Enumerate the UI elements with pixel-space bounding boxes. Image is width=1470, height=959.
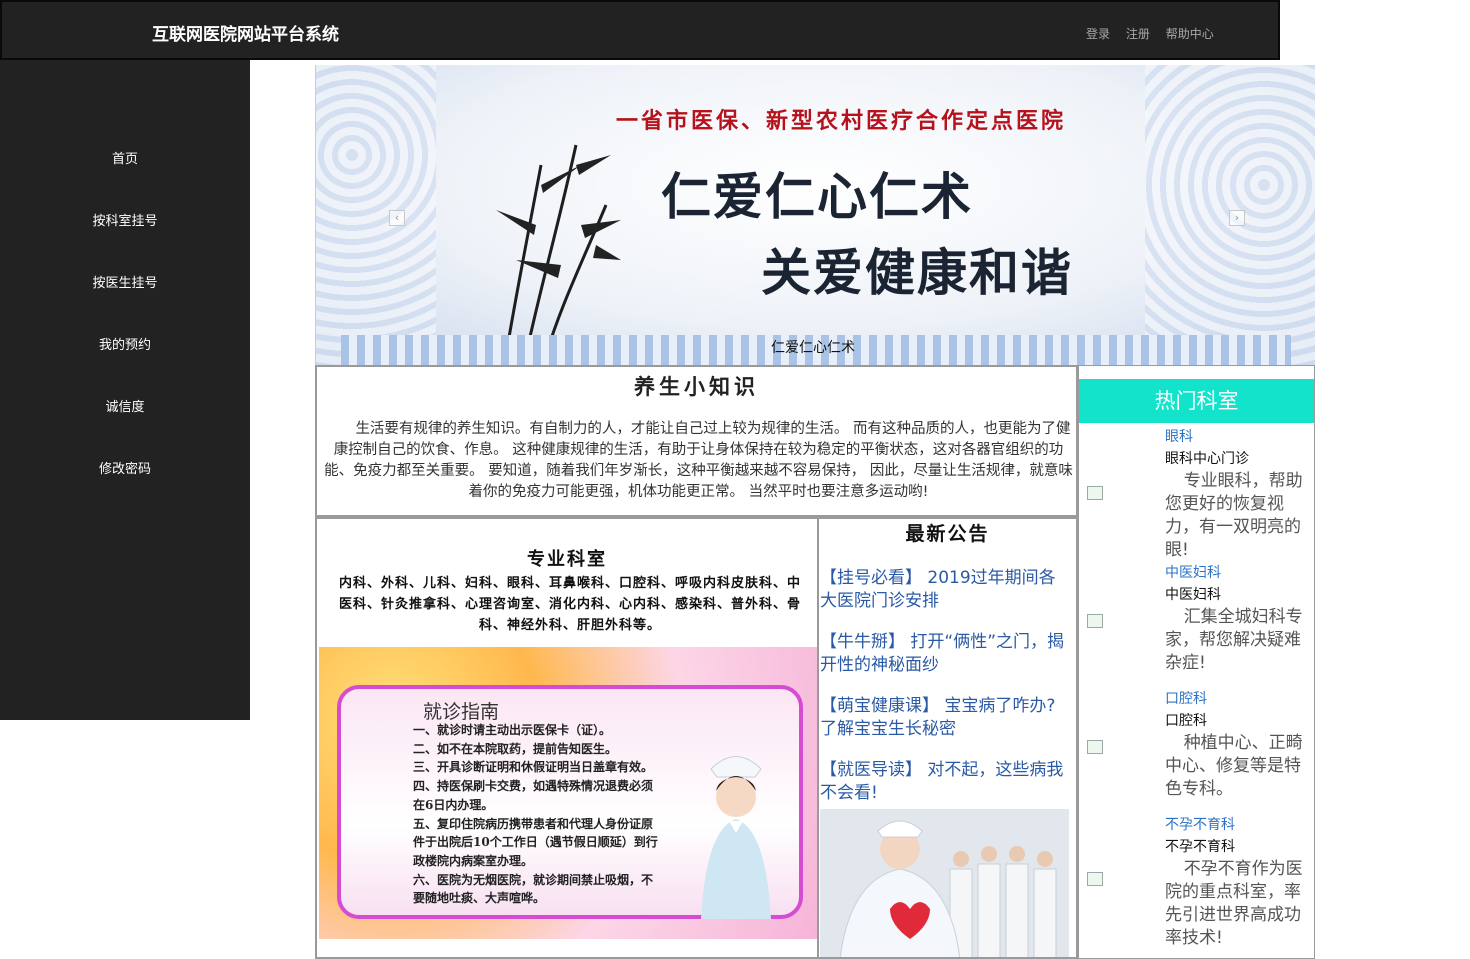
hot-department-name: 不孕不育科 — [1165, 839, 1235, 855]
hot-department-link[interactable]: 口腔科 — [1165, 688, 1207, 708]
visit-guide-card: 就诊指南 一、就诊时请主动出示医保卡（证）。 二、如不在本院取药，提前告知医生。… — [337, 685, 803, 919]
banner-caption: 仁爱仁心仁术 — [771, 340, 855, 356]
sidebar-item-register-by-department[interactable]: 按科室挂号 — [0, 210, 250, 229]
visit-guide-item: 四、持医保刷卡交费，如遇特殊情况退费必须在6日内办理。 — [413, 779, 654, 812]
visit-guide-image: 就诊指南 一、就诊时请主动出示医保卡（证）。 二、如不在本院取药，提前告知医生。… — [319, 647, 817, 939]
hot-departments-panel: 热门科室 眼科 眼科中心门诊 专业眼科，帮助您更好的恢复视力，有一双明亮的眼! … — [1078, 365, 1315, 959]
broken-image-icon — [1087, 872, 1103, 886]
hot-department-link[interactable]: 眼科 — [1165, 426, 1193, 446]
notices-title: 最新公告 — [905, 523, 990, 545]
departments-list: 内科、外科、儿科、妇科、眼科、耳鼻喉科、口腔科、呼吸内科皮肤科、中医科、针灸推拿… — [338, 576, 801, 633]
departments-title: 专业科室 — [527, 549, 607, 570]
hot-departments-title: 热门科室 — [1079, 379, 1314, 423]
hot-department-desc: 专业眼科，帮助您更好的恢复视力，有一双明亮的眼! — [1165, 471, 1303, 560]
departments-panel: 专业科室 内科、外科、儿科、妇科、眼科、耳鼻喉科、口腔科、呼吸内科皮肤科、中医科… — [315, 517, 819, 959]
hot-department-name: 中医妇科 — [1165, 587, 1221, 603]
bamboo-painting — [496, 144, 621, 355]
banner-slogan-line2: 关爱健康和谐 — [761, 243, 1073, 302]
broken-image-icon — [1087, 740, 1103, 754]
sidebar-item-home[interactable]: 首页 — [0, 148, 250, 167]
hot-department-desc: 不孕不育作为医院的重点科室，率先引进世界高成功率技术! — [1165, 859, 1303, 948]
sidebar-item-change-password[interactable]: 修改密码 — [0, 458, 250, 477]
visit-guide-title: 就诊指南 — [422, 701, 499, 723]
doctors-photo — [820, 809, 1069, 957]
visit-guide-item: 五、复印住院病历携带患者和代理人身份证原件于出院后10个工作日（遇节假日顺延）到… — [413, 816, 658, 868]
hot-department-name: 口腔科 — [1165, 713, 1207, 729]
sidebar-item-credit[interactable]: 诚信度 — [0, 396, 250, 415]
visit-guide-list: 一、就诊时请主动出示医保卡（证）。 二、如不在本院取药，提前告知医生。 三、开具… — [413, 721, 663, 908]
health-tips-title: 养生小知识 — [634, 374, 759, 399]
banner-slogan-line1: 仁爱仁心仁术 — [661, 167, 973, 226]
hot-department-desc: 汇集全城妇科专家，帮您解决疑难杂症! — [1165, 607, 1303, 673]
visit-guide-item: 二、如不在本院取药，提前告知医生。 — [413, 741, 618, 756]
health-tips-panel: 养生小知识 生活要有规律的养生知识。有自制力的人，才能让自己过上较为规律的生活。… — [315, 365, 1078, 517]
nurse-illustration — [701, 756, 771, 919]
visit-guide-item: 一、就诊时请主动出示医保卡（证）。 — [413, 723, 612, 737]
sidebar: 首页 按科室挂号 按医生挂号 我的预约 诚信度 修改密码 — [0, 60, 250, 720]
login-link[interactable]: 登录 — [1086, 27, 1110, 41]
top-links: 登录 注册 帮助中心 — [1086, 25, 1226, 42]
help-center-link[interactable]: 帮助中心 — [1166, 27, 1214, 41]
porcelain-pattern-left — [316, 65, 436, 365]
carousel-next-icon[interactable]: › — [1229, 210, 1245, 226]
hot-department-link[interactable]: 不孕不育科 — [1165, 814, 1235, 834]
carousel-prev-icon[interactable]: ‹ — [389, 210, 405, 226]
notice-item[interactable]: 【牛牛掰】 打开“俩性”之门，揭开性的神秘面纱 — [820, 631, 1070, 677]
notices-list: 【挂号必看】 2019过年期间各大医院门诊安排 【牛牛掰】 打开“俩性”之门，揭… — [820, 567, 1070, 823]
sidebar-item-my-appointments[interactable]: 我的预约 — [0, 334, 250, 353]
hot-department-name: 眼科中心门诊 — [1165, 451, 1249, 467]
site-brand[interactable]: 互联网医院网站平台系统 — [152, 20, 339, 45]
notices-panel: 最新公告 【挂号必看】 2019过年期间各大医院门诊安排 【牛牛掰】 打开“俩性… — [818, 517, 1078, 959]
notice-item[interactable]: 【萌宝健康课】 宝宝病了咋办? 了解宝宝生长秘密 — [820, 695, 1070, 741]
register-link[interactable]: 注册 — [1126, 27, 1150, 41]
notice-item[interactable]: 【挂号必看】 2019过年期间各大医院门诊安排 — [820, 567, 1070, 613]
top-navbar: 互联网医院网站平台系统 登录 注册 帮助中心 — [0, 0, 1280, 60]
hot-department-desc: 种植中心、正畸中心、修复等是特色专科。 — [1165, 733, 1303, 799]
banner-carousel: 一省市医保、新型农村医疗合作定点医院 仁爱仁心仁术 关爱健康和谐 ‹ › 仁爱仁… — [315, 65, 1315, 365]
broken-image-icon — [1087, 614, 1103, 628]
notice-item[interactable]: 【就医导读】 对不起，这些病我不会看! — [820, 759, 1070, 805]
sidebar-item-register-by-doctor[interactable]: 按医生挂号 — [0, 272, 250, 291]
health-tips-text: 生活要有规律的养生知识。有自制力的人，才能让自己过上较为规律的生活。 而有这种品… — [324, 421, 1073, 500]
hot-department-link[interactable]: 中医妇科 — [1165, 562, 1221, 582]
visit-guide-item: 六、医院为无烟医院，就诊期间禁止吸烟，不要随地吐痰、大声喧哗。 — [413, 872, 654, 906]
broken-image-icon — [1087, 486, 1103, 500]
visit-guide-item: 三、开具诊断证明和休假证明当日盖章有效。 — [413, 760, 654, 775]
banner-tagline: 一省市医保、新型农村医疗合作定点医院 — [616, 108, 1067, 134]
